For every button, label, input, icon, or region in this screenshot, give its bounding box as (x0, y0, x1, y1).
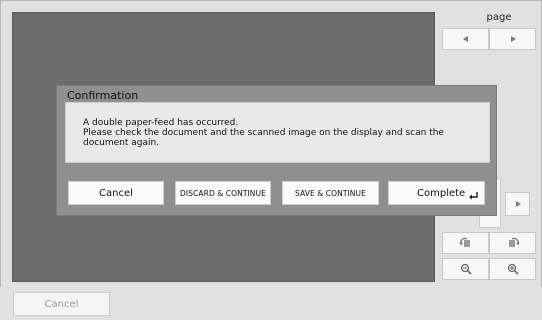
zoom-out-icon (460, 263, 472, 275)
dialog-message: A double paper-feed has occurred. Please… (83, 118, 478, 148)
cancel-scan-button[interactable]: Cancel (13, 292, 110, 316)
message-line-2: Please check the document and the scanne… (83, 128, 444, 148)
prev-page-button[interactable] (442, 28, 489, 50)
rotate-right-icon (508, 237, 519, 247)
enter-key-icon (469, 192, 478, 200)
scroll-right-button[interactable] (505, 192, 530, 216)
bottom-bar: Cancel (0, 287, 542, 320)
zoom-in-icon (507, 263, 519, 275)
discard-continue-button[interactable]: DISCARD & CONTINUE (175, 181, 271, 205)
rotate-left-button[interactable] (442, 232, 489, 254)
triangle-right-icon (515, 201, 521, 207)
zoom-in-button[interactable] (489, 258, 536, 280)
triangle-right-icon (510, 36, 516, 42)
confirmation-dialog: Confirmation A double paper-feed has occ… (56, 85, 497, 216)
zoom-out-button[interactable] (442, 258, 489, 280)
page-label: page (486, 12, 512, 23)
cancel-button[interactable]: Cancel (68, 181, 164, 205)
message-line-1: A double paper-feed has occurred. (83, 118, 239, 128)
complete-button[interactable]: Complete (388, 181, 485, 205)
complete-label: Complete (417, 187, 466, 199)
next-page-button[interactable] (489, 28, 536, 50)
dialog-title: Confirmation (67, 89, 139, 102)
dialog-message-panel: A double paper-feed has occurred. Please… (65, 102, 490, 163)
save-continue-button[interactable]: SAVE & CONTINUE (282, 181, 379, 205)
rotate-left-icon (459, 237, 470, 247)
triangle-left-icon (462, 36, 468, 42)
rotate-right-button[interactable] (489, 232, 536, 254)
dialog-button-row: Cancel DISCARD & CONTINUE SAVE & CONTINU… (65, 181, 490, 209)
